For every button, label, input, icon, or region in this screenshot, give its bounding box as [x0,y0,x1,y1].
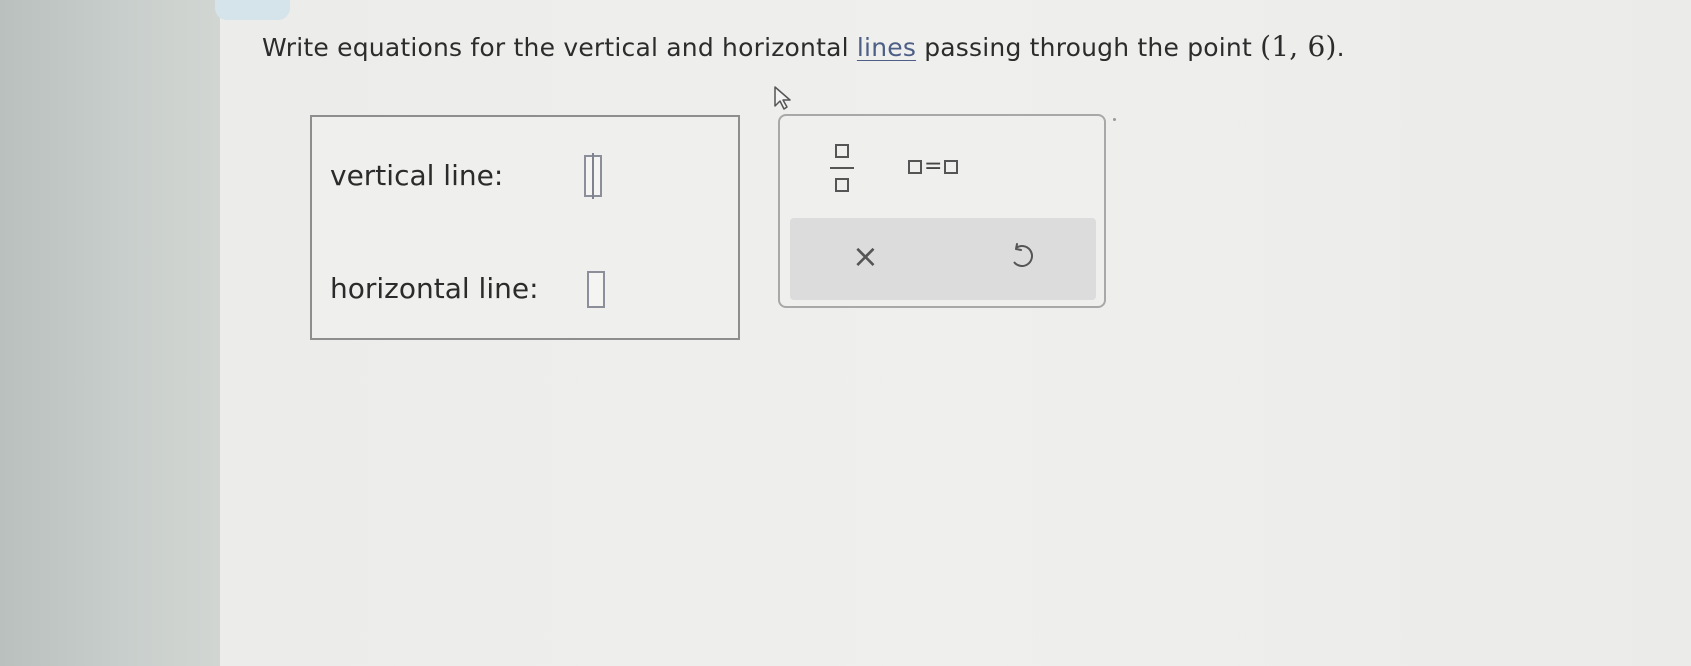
stage: Write equations for the vertical and hor… [0,0,1691,666]
fraction-denominator-box [835,178,849,192]
lines-link[interactable]: lines [857,33,916,62]
question-end: . [1336,33,1345,62]
equation-icon [908,159,922,174]
question-prompt: Write equations for the vertical and hor… [262,30,1345,63]
vertical-line-input[interactable] [584,153,602,199]
equation-button[interactable]: = [908,154,959,179]
clear-icon[interactable]: × [852,240,879,272]
fraction-button[interactable] [826,140,860,200]
point-value: (1, 6) [1260,30,1337,63]
top-tab[interactable] [215,0,290,20]
background-left-strip [0,0,220,666]
question-text-before: Write equations for the vertical and hor… [262,33,857,62]
answer-box: vertical line: horizontal line: [310,115,740,340]
fraction-icon [835,144,849,158]
equals-symbol: = [924,154,943,179]
undo-icon[interactable] [1008,242,1036,276]
horizontal-line-input[interactable] [587,271,605,308]
cursor-icon [773,85,795,115]
action-bar: × [790,218,1096,300]
fraction-bar [830,167,854,169]
vertical-line-label: vertical line: [330,159,504,192]
equation-right-box [944,159,959,174]
horizontal-line-label: horizontal line: [330,272,539,305]
stray-dot [1113,118,1116,121]
question-text-after: passing through the point [916,33,1261,62]
math-palette: = × [778,114,1106,308]
